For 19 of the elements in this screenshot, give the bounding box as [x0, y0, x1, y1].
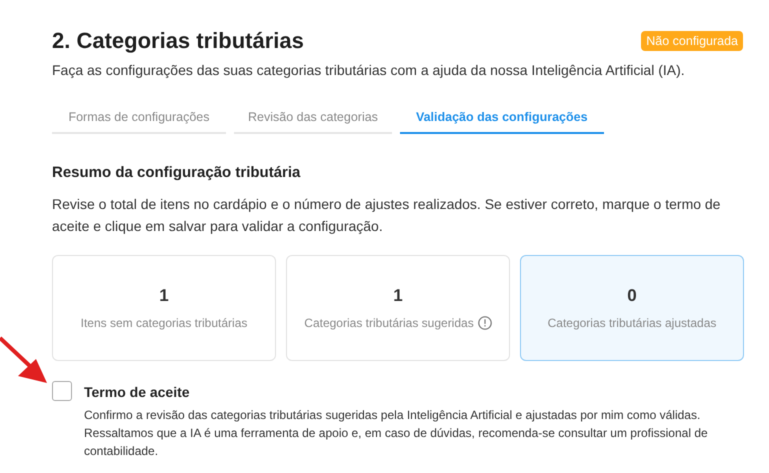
annotation-arrow — [0, 336, 48, 384]
card-label: Categorias tributárias sugeridas — [304, 316, 474, 330]
page-title: 2. Categorias tributárias — [52, 28, 304, 54]
status-badge: Não configurada — [641, 31, 743, 51]
tab[interactable]: Validação das configurações — [400, 104, 604, 134]
acceptance-text: Confirmo a revisão das categorias tributárias sugeridas pela Inteligência Artificial e ajustadas por mim como válidas. Ressaltamos que a IA é uma ferramenta de apoio e, em caso de dúvidas, recomenda-se consultar um profissional de contabilidade. — [84, 407, 709, 460]
info-icon[interactable] — [478, 316, 492, 330]
page-subtitle: Faça as configurações das suas categorias tributárias com a ajuda da nossa Inteligência Artificial (IA). — [52, 62, 686, 78]
section-heading: Resumo da configuração tributária — [52, 164, 302, 181]
card-label: Categorias tributárias ajustadas — [548, 316, 716, 330]
card-value: 1 — [393, 286, 403, 306]
tab[interactable]: Revisão das categorias — [234, 104, 392, 134]
tab[interactable]: Formas de configurações — [52, 104, 226, 134]
card-value: 1 — [159, 286, 169, 306]
card-label: Itens sem categorias tributárias — [80, 316, 248, 330]
acceptance-checkbox[interactable] — [52, 381, 72, 401]
acceptance-title: Termo de aceite — [84, 384, 191, 400]
card-value: 0 — [627, 286, 637, 306]
section-description: Revise o total de itens no cardápio e o número de ajustes realizados. Se estiver correto, marque o termo de aceite e clique em salvar para validar a configuração. — [52, 195, 722, 236]
